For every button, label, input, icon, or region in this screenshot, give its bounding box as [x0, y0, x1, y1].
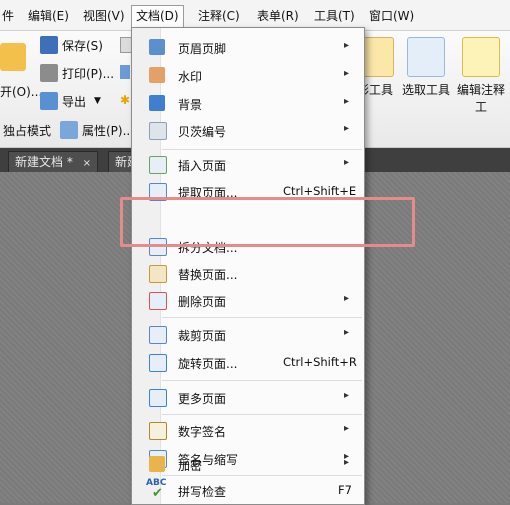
submenu-arrow-icon: ▸: [344, 390, 350, 401]
menu-separator: [162, 380, 362, 381]
menu-item-insert-page[interactable]: 插入页面 ▸: [132, 152, 364, 178]
rotate-page-icon: [149, 354, 167, 372]
properties-button[interactable]: 属性(P)...: [60, 119, 134, 141]
export-button[interactable]: 导出 ▼: [40, 90, 101, 112]
open-folder-icon[interactable]: [0, 43, 26, 71]
menu-item-spell-check[interactable]: ABC ✔ 拼写检查 F7: [132, 478, 364, 502]
menu-item-encrypt[interactable]: 加密 ▸: [132, 452, 364, 478]
menu-separator: [162, 414, 362, 415]
digital-signature-icon: [149, 422, 167, 440]
submenu-arrow-icon: ▸: [344, 96, 350, 107]
menu-item-background[interactable]: 背景 ▸: [132, 91, 364, 117]
star-icon[interactable]: ✱: [120, 93, 130, 107]
menu-item-digital-signature[interactable]: 数字签名 ▸: [132, 418, 364, 444]
scan-icon[interactable]: [120, 65, 130, 79]
select-tool-button[interactable]: 选取工具: [400, 37, 452, 98]
menu-comment[interactable]: 注释(C): [194, 7, 244, 25]
properties-icon: [60, 121, 78, 139]
exclusive-mode-button[interactable]: 独占模式: [3, 119, 51, 141]
chevron-down-icon: ▼: [94, 96, 101, 106]
submenu-arrow-icon: ▸: [344, 40, 350, 51]
insert-page-icon: [149, 156, 167, 174]
export-icon: [40, 92, 58, 110]
edit-annotation-tool-button[interactable]: 编辑注释工: [452, 37, 510, 115]
header-footer-icon: [149, 39, 165, 55]
menu-item-bates-number[interactable]: 贝茨编号 ▸: [132, 118, 364, 144]
annotation-icon: [462, 37, 500, 77]
tab-new-document[interactable]: 新建文档 * ×: [8, 151, 99, 172]
submenu-arrow-icon: ▸: [344, 157, 350, 168]
delete-page-icon: [149, 292, 167, 310]
save-icon: [40, 36, 58, 54]
submenu-arrow-icon: ▸: [344, 68, 350, 79]
submenu-arrow-icon: ▸: [344, 423, 350, 434]
menu-form[interactable]: 表单(R): [253, 7, 303, 25]
close-icon[interactable]: ×: [83, 158, 91, 169]
text-select-icon: [407, 37, 445, 77]
replace-page-icon: [149, 265, 167, 283]
menu-document[interactable]: 文档(D): [131, 5, 184, 28]
menu-item-replace-page[interactable]: 替换页面...: [132, 261, 364, 287]
open-button-label[interactable]: 开(O)...: [0, 83, 42, 100]
menu-separator: [162, 149, 362, 150]
bates-number-icon: [149, 122, 167, 140]
menu-view[interactable]: 视图(V): [79, 7, 129, 25]
print-button[interactable]: 打印(P)...: [40, 62, 114, 84]
menu-window[interactable]: 窗口(W): [365, 7, 418, 25]
menu-item-crop-page[interactable]: 裁剪页面 ▸: [132, 322, 364, 348]
submenu-arrow-icon: ▸: [344, 327, 350, 338]
menu-item-rotate-page[interactable]: 旋转页面... Ctrl+Shift+R: [132, 350, 364, 376]
watermark-icon: [149, 67, 165, 83]
menu-file[interactable]: 件: [0, 7, 18, 25]
menu-tools[interactable]: 工具(T): [310, 7, 359, 25]
menu-item-more-pages[interactable]: 更多页面 ▸: [132, 385, 364, 411]
menu-edit[interactable]: 编辑(E): [24, 7, 73, 25]
background-icon: [149, 95, 165, 111]
submenu-arrow-icon: ▸: [344, 123, 350, 134]
menu-item-header-footer[interactable]: 页眉页脚 ▸: [132, 35, 364, 61]
menu-separator: [162, 317, 362, 318]
submenu-arrow-icon: ▸: [344, 457, 350, 468]
encrypt-icon: [149, 456, 165, 472]
menu-item-watermark[interactable]: 水印 ▸: [132, 63, 364, 89]
check-mark-icon: ✔: [152, 486, 163, 501]
submenu-arrow-icon: ▸: [344, 293, 350, 304]
highlight-box: [120, 197, 415, 247]
print-icon: [40, 64, 58, 82]
document-menu: 页眉页脚 ▸ 水印 ▸ 背景 ▸ 贝茨编号 ▸ 插入页面 ▸ 提取页面... C…: [131, 27, 365, 505]
menu-item-delete-page[interactable]: 删除页面 ▸: [132, 288, 364, 314]
more-pages-icon: [149, 389, 167, 407]
save-button[interactable]: 保存(S): [40, 34, 103, 56]
crop-page-icon: [149, 326, 167, 344]
